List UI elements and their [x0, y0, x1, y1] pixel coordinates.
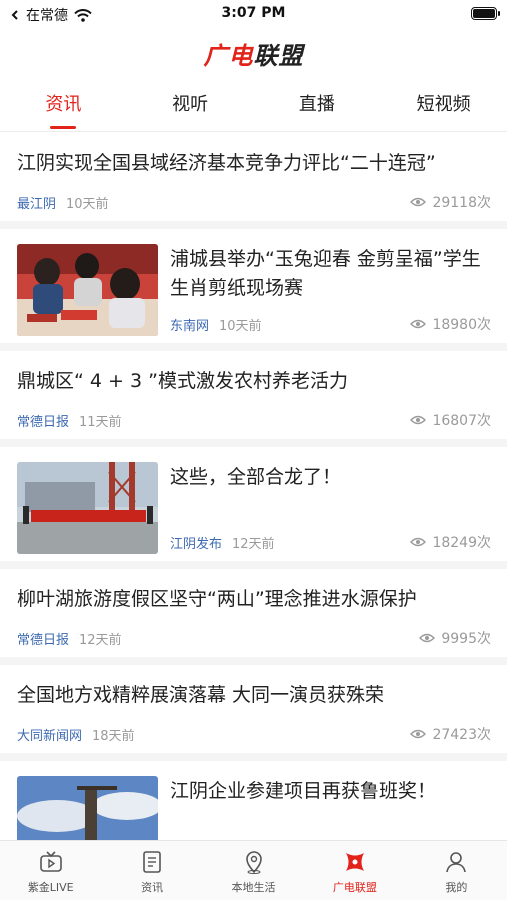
- eye-icon: [410, 319, 427, 329]
- news-time: 12天前: [79, 632, 122, 648]
- news-meta: 江阴发布 12天前 18249次: [170, 532, 491, 552]
- view-count: 29118次: [410, 192, 491, 212]
- view-count-label: 27423次: [432, 727, 491, 743]
- tab-short-video[interactable]: 短视频: [380, 82, 507, 131]
- eye-icon: [410, 415, 427, 425]
- logo-text-part2: 联盟: [253, 41, 304, 70]
- news-feed[interactable]: 江阴实现全国县域经济基本竞争力评比“二十连冠” 最江阴 10天前 29118次: [0, 133, 507, 840]
- eye-icon: [410, 197, 427, 207]
- news-thumbnail: [17, 462, 158, 554]
- news-meta: 最江阴 10天前 29118次: [17, 192, 491, 212]
- eye-icon: [410, 729, 427, 739]
- view-count: 18980次: [410, 314, 491, 334]
- news-meta: 大同新闻网 18天前 27423次: [17, 724, 491, 744]
- news-item[interactable]: 全国地方戏精粹展演落幕 大同一演员获殊荣 大同新闻网 18天前 27423次: [0, 665, 507, 761]
- news-meta: 常德日报 12天前 9995次: [17, 628, 491, 648]
- news-source[interactable]: 大同新闻网: [17, 725, 82, 744]
- view-count: 9995次: [419, 628, 491, 648]
- news-source[interactable]: 常德日报: [17, 629, 69, 648]
- news-title: 柳叶湖旅游度假区坚守“两山”理念推进水源保护: [17, 588, 417, 610]
- news-time: 18天前: [92, 728, 135, 744]
- news-title: 江阴实现全国县域经济基本竞争力评比“二十连冠”: [17, 152, 436, 174]
- view-count-label: 9995次: [441, 631, 491, 647]
- news-title: 江阴企业参建项目再获鲁班奖！: [170, 780, 437, 802]
- news-source[interactable]: 东南网: [170, 315, 209, 334]
- bottom-tab-zijin-live[interactable]: 紫金LIVE: [0, 841, 101, 900]
- view-count-label: 18249次: [432, 535, 491, 551]
- news-item[interactable]: 这些，全部合龙了！ 江阴发布 12天前 18249次: [0, 447, 507, 569]
- news-thumbnail: [17, 776, 158, 840]
- news-meta: 东南网 10天前 18980次: [170, 314, 491, 334]
- view-count: 18249次: [410, 532, 491, 552]
- logo-text-part1: 广电: [203, 41, 254, 70]
- news-time: 10天前: [66, 196, 109, 212]
- app-header: 广电联盟: [0, 28, 507, 78]
- news-thumbnail: [17, 244, 158, 336]
- news-time: 11天前: [79, 414, 122, 430]
- bottom-tab-bar: 紫金LIVE 资讯 本地生活 广电联盟 我的: [0, 840, 507, 900]
- bottom-tab-label: 我的: [445, 881, 468, 894]
- person-icon: [446, 852, 467, 873]
- view-count-label: 29118次: [432, 195, 491, 211]
- view-count-label: 16807次: [432, 413, 491, 429]
- bottom-tab-local-life[interactable]: 本地生活: [203, 841, 304, 900]
- news-source[interactable]: 最江阴: [17, 193, 56, 212]
- news-title: 浦城县举办“玉兔迎春 金剪呈福”学生生肖剪纸现场赛: [170, 248, 481, 299]
- bottom-tab-label: 本地生活: [231, 881, 276, 894]
- eye-icon: [410, 537, 427, 547]
- news-title: 这些，全部合龙了！: [170, 466, 342, 488]
- view-count: 27423次: [410, 724, 491, 744]
- view-count: 16807次: [410, 410, 491, 430]
- tower-crane-photo: [17, 776, 158, 840]
- students-papercut-photo: [17, 244, 158, 336]
- location-pin-icon: [245, 851, 262, 874]
- tv-icon: [39, 851, 62, 872]
- category-tabs: 资讯 视听 直播 短视频: [0, 82, 507, 132]
- news-item[interactable]: 鼎城区“ 4 + 3 ”模式激发农村养老活力 常德日报 11天前 16807次: [0, 351, 507, 447]
- bottom-tab-news[interactable]: 资讯: [101, 841, 202, 900]
- eye-icon: [419, 633, 436, 643]
- app-logo: 广电联盟: [204, 36, 304, 71]
- news-time: 12天前: [232, 536, 275, 552]
- view-count-label: 18980次: [432, 317, 491, 333]
- tab-audio-video[interactable]: 视听: [127, 82, 254, 131]
- news-meta: 常德日报 11天前 16807次: [17, 410, 491, 430]
- bottom-tab-label: 广电联盟: [332, 881, 377, 894]
- bottom-tab-alliance[interactable]: 广电联盟: [304, 841, 405, 900]
- news-title: 全国地方戏精粹展演落幕 大同一演员获殊荣: [17, 684, 385, 706]
- construction-banner-photo: [17, 462, 158, 554]
- news-item[interactable]: 江阴企业参建项目再获鲁班奖！: [0, 761, 507, 840]
- news-item[interactable]: 柳叶湖旅游度假区坚守“两山”理念推进水源保护 常德日报 12天前 9995次: [0, 569, 507, 665]
- news-title: 鼎城区“ 4 + 3 ”模式激发农村养老活力: [17, 370, 348, 392]
- bottom-tab-label: 紫金LIVE: [27, 881, 74, 894]
- status-time: 3:07 PM: [221, 5, 286, 21]
- tab-news[interactable]: 资讯: [0, 82, 127, 131]
- news-time: 10天前: [219, 318, 262, 334]
- news-source[interactable]: 江阴发布: [170, 533, 222, 552]
- battery-icon: [471, 7, 500, 20]
- tab-live[interactable]: 直播: [254, 82, 381, 131]
- news-item[interactable]: 浦城县举办“玉兔迎春 金剪呈福”学生生肖剪纸现场赛 东南网 10天前 18980…: [0, 229, 507, 351]
- status-bar: 在常德 3:07 PM: [0, 0, 507, 28]
- news-source[interactable]: 常德日报: [17, 411, 69, 430]
- document-icon: [143, 851, 161, 873]
- bottom-tab-label: 资讯: [141, 881, 164, 894]
- news-item[interactable]: 江阴实现全国县域经济基本竞争力评比“二十连冠” 最江阴 10天前 29118次: [0, 133, 507, 229]
- bottom-tab-profile[interactable]: 我的: [406, 841, 507, 900]
- alliance-logo-icon: [345, 853, 364, 871]
